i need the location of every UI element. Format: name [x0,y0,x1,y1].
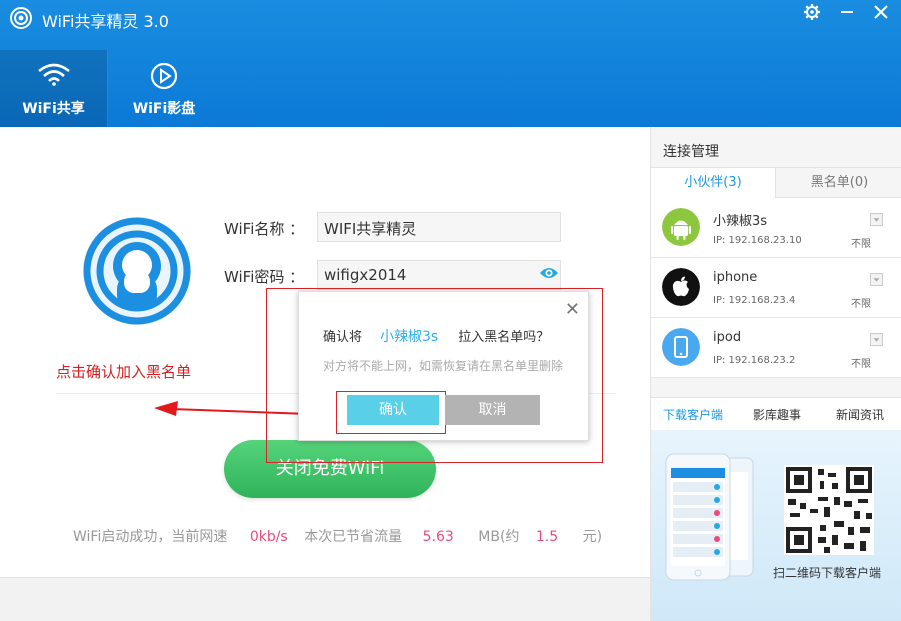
device-row[interactable]: 小辣椒3s IP: 192.168.23.10 不限 [651,198,901,258]
android-icon [662,208,700,246]
status-unit: MB(约 [478,529,520,545]
wifi-icon [37,63,70,86]
wifi-name-input[interactable]: WIFI共享精灵 [317,212,561,242]
dialog-close-icon[interactable]: ✕ [565,299,580,320]
download-promo: 扫二维码下载客户端 [651,430,901,621]
tab-news[interactable]: 新闻资讯 [836,406,884,423]
tab-movie-fun[interactable]: 影库趣事 [753,406,801,423]
tab-blacklist[interactable]: 黑名单(0) [777,168,901,198]
title-bar: WiFi共享精灵 3.0 WiFi共享 WiFi影盘 [0,0,901,127]
dialog-ok-button[interactable]: 确认 [347,395,439,425]
status-money-unit: 元) [582,529,603,545]
play-icon [150,62,178,90]
device-limit: 不限 [851,299,871,310]
wifi-share-logo-icon [83,217,191,325]
dropdown-chevron-icon[interactable] [870,273,883,286]
connection-panel: 连接管理 小伙伴(3) 黑名单(0) 小辣椒3s IP: 192.168.23.… [650,127,901,621]
device-row[interactable]: ipod IP: 192.168.23.2 不限 [651,318,901,378]
dropdown-chevron-icon[interactable] [870,333,883,346]
tab-wifi-share[interactable]: WiFi共享 [0,50,108,127]
qr-code-image [784,465,874,555]
dialog-question-prefix: 确认将 [323,330,363,345]
dialog-question: 确认将 小辣椒3s 拉入黑名单吗？ [323,326,549,346]
footer-strip [0,577,650,621]
panel-title: 连接管理 [663,144,719,160]
blacklist-hint: 点击确认加入黑名单 [56,363,192,381]
status-saved-label: 本次已节省流量 [304,529,403,545]
dialog-subtext: 对方将不能上网，如需恢复请在黑名单里删除 [323,359,564,373]
status-money: 1.5 [535,529,559,545]
apple-icon [662,268,700,306]
phone-icon [662,328,700,366]
device-name: 小辣椒3s [713,214,768,229]
show-password-eye-icon[interactable] [539,265,559,281]
app-logo-icon [10,7,32,29]
device-row[interactable]: iphone IP: 192.168.23.4 不限 [651,258,901,318]
tab-wifi-share-label: WiFi共享 [22,101,85,117]
app-title: WiFi共享精灵 3.0 [42,12,169,31]
panel-tabs: 小伙伴(3) 黑名单(0) [651,167,901,198]
tab-download-client[interactable]: 下载客户端 [663,406,723,423]
dialog-cancel-button[interactable]: 取消 [445,395,540,425]
status-line: WiFi启动成功，当前网速 0kb/s 本次已节省流量 5.63 MB(约 1.… [73,526,602,546]
status-saved-value: 5.63 [422,529,454,545]
dialog-device-name: 小辣椒3s [380,329,439,345]
phone-mockup-image [665,453,754,581]
dialog-question-suffix: 拉入黑名单吗？ [458,330,550,345]
tab-wifi-disk-label: WiFi影盘 [132,101,196,117]
device-ip: IP: 192.168.23.2 [713,355,796,366]
tab-wifi-disk[interactable]: WiFi影盘 [110,50,218,127]
bottom-tabs: 下载客户端 影库趣事 新闻资讯 [651,397,901,430]
blacklist-confirm-dialog: ✕ 确认将 小辣椒3s 拉入黑名单吗？ 对方将不能上网，如需恢复请在黑名单里删除 确… [298,291,589,441]
wifi-name-label: WiFi名称 ： [224,220,305,238]
device-limit: 不限 [851,239,871,250]
qr-caption: 扫二维码下载客户端 [773,566,882,580]
device-name: iphone [713,270,758,285]
device-ip: IP: 192.168.23.4 [713,295,796,306]
status-prefix: WiFi启动成功，当前网速 [73,529,228,545]
minimize-icon[interactable] [836,1,858,23]
status-speed: 0kb/s [249,529,288,545]
wifi-password-input[interactable]: wifigx2014 [317,260,561,290]
tab-friends[interactable]: 小伙伴(3) [651,168,776,198]
device-name: ipod [713,330,742,345]
wifi-password-label: WiFi密码 ： [224,268,305,286]
dropdown-chevron-icon[interactable] [870,213,883,226]
settings-gear-icon[interactable] [801,1,823,23]
device-limit: 不限 [851,359,871,370]
device-ip: IP: 192.168.23.10 [713,235,802,246]
close-window-icon[interactable] [870,1,892,23]
